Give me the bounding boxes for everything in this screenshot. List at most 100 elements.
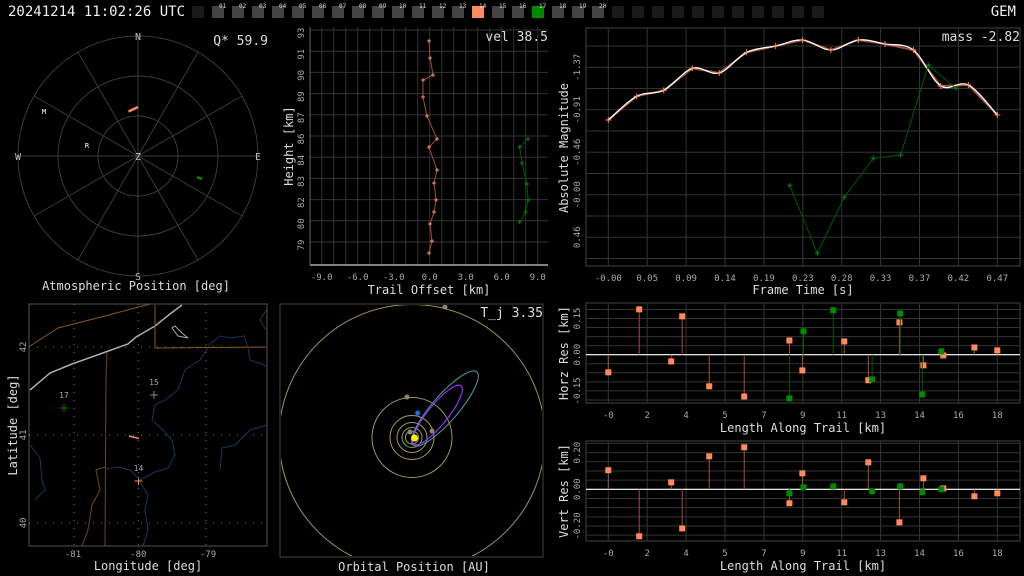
x-axis-label: Length Along Trail [km]	[720, 421, 886, 435]
y-tick-label: 40	[19, 518, 29, 529]
x-tick-label: 0.47	[986, 274, 1008, 284]
y-axis-label: Height [km]	[282, 106, 296, 185]
mass-value: mass -2.82	[942, 30, 1020, 45]
data-point	[855, 36, 862, 43]
map-geography	[29, 303, 268, 547]
residual-marker	[896, 319, 903, 326]
data-point	[787, 182, 793, 188]
x-tick-label: 11	[836, 549, 847, 559]
data-point	[420, 94, 425, 99]
residual-marker	[636, 306, 643, 313]
x-tick-label: -6.0	[347, 273, 369, 283]
green-trail-line	[519, 138, 529, 223]
y-tick-label: 86	[297, 134, 307, 145]
y-tick-label: -0.46	[573, 139, 583, 166]
data-point	[898, 152, 904, 158]
x-axis-label: Longitude [deg]	[94, 559, 202, 573]
x-tick-label: -9.0	[311, 273, 333, 283]
meteor-ground-track	[128, 435, 140, 440]
data-point	[799, 36, 806, 43]
x-tick-label: -81	[65, 550, 81, 560]
y-axis-label: Latitude [deg]	[6, 374, 20, 475]
data-point	[426, 38, 431, 43]
x-tick-label: 11	[836, 411, 847, 421]
residual-marker	[897, 310, 904, 317]
residual-marker	[799, 367, 806, 374]
residual-marker	[938, 486, 945, 493]
x-tick-label: 16	[953, 549, 964, 559]
x-tick-label: -0.00	[595, 274, 622, 284]
y-tick-label: -0.00	[573, 181, 583, 208]
residual-marker	[800, 484, 807, 491]
residual-marker	[830, 483, 837, 490]
residual-marker	[897, 483, 904, 490]
y-tick-label: 41	[19, 430, 29, 441]
y-tick-label: -1.37	[573, 54, 583, 81]
compass-east: E	[255, 152, 261, 163]
residual-marker	[869, 376, 876, 383]
residual-marker	[679, 313, 686, 320]
x-tick-label: 2	[644, 549, 649, 559]
data-point	[431, 73, 436, 78]
compass-zenith: Z	[135, 152, 141, 163]
marker-m: M	[42, 108, 46, 116]
residual-marker	[799, 470, 806, 477]
y-tick-label: 0.46	[573, 226, 583, 248]
x-axis-label: Frame Time [s]	[752, 283, 853, 297]
x-tick-label: 3.0	[458, 273, 474, 283]
data-point	[60, 404, 68, 412]
residual-marker	[920, 362, 927, 369]
marker-r: R	[85, 142, 90, 150]
x-tick-label: 4	[683, 411, 688, 421]
x-axis-label: Trail Offset [km]	[368, 283, 491, 297]
y-axis-label: Vert Res [km]	[557, 444, 571, 538]
polar-title: Atmospheric Position [deg]	[42, 279, 230, 293]
compass-north: N	[135, 32, 141, 43]
x-tick-label: 14	[914, 411, 925, 421]
residual-marker	[706, 383, 713, 390]
station-label: 15	[149, 378, 159, 387]
y-tick-label: 0.00	[573, 478, 583, 500]
residual-marker	[920, 475, 927, 482]
data-point	[827, 47, 834, 54]
data-point	[434, 197, 439, 202]
residual-marker	[841, 338, 848, 345]
residual-marker	[786, 395, 793, 402]
planet-marker	[407, 429, 413, 435]
residual-marker	[679, 525, 686, 532]
residual-marker	[919, 391, 926, 398]
residual-marker	[994, 347, 1001, 354]
q-star-value: Q* 59.9	[213, 34, 268, 49]
planet-marker	[442, 305, 448, 310]
map-lake-island	[171, 325, 189, 339]
map-border-line	[154, 305, 268, 349]
x-tick-label: 0.14	[714, 274, 736, 284]
x-tick-label: 7	[761, 549, 766, 559]
x-tick-label: 0.33	[870, 274, 892, 284]
x-tick-label: 0.37	[909, 274, 931, 284]
y-tick-label: 91	[297, 49, 307, 60]
x-tick-label: 9	[800, 549, 805, 559]
y-tick-label: -0.20	[573, 512, 583, 539]
x-tick-label: 0.09	[675, 274, 697, 284]
map-border-line	[81, 466, 106, 547]
residual-marker	[786, 490, 793, 497]
residual-marker	[605, 467, 612, 474]
x-tick-label: 5	[722, 411, 727, 421]
x-tick-label: 14	[914, 549, 925, 559]
data-point	[420, 78, 425, 83]
x-tick-label: 0.05	[636, 274, 658, 284]
planet-marker	[404, 394, 410, 400]
residual-marker	[994, 490, 1001, 497]
planet-marker	[429, 428, 435, 434]
residual-marker	[741, 444, 748, 451]
data-point	[520, 160, 525, 165]
y-tick-label: 93	[297, 28, 307, 39]
x-tick-label: 18	[992, 411, 1003, 421]
plots-canvas: NSEW ZMRQ* 59.9Atmospheric Position [deg]…	[6, 27, 1021, 574]
residual-marker	[938, 348, 945, 355]
tisserand-value: T_j 3.35	[480, 306, 543, 321]
residual-marker	[896, 519, 903, 526]
x-tick-label: 13	[875, 549, 886, 559]
residual-marker	[668, 358, 675, 365]
